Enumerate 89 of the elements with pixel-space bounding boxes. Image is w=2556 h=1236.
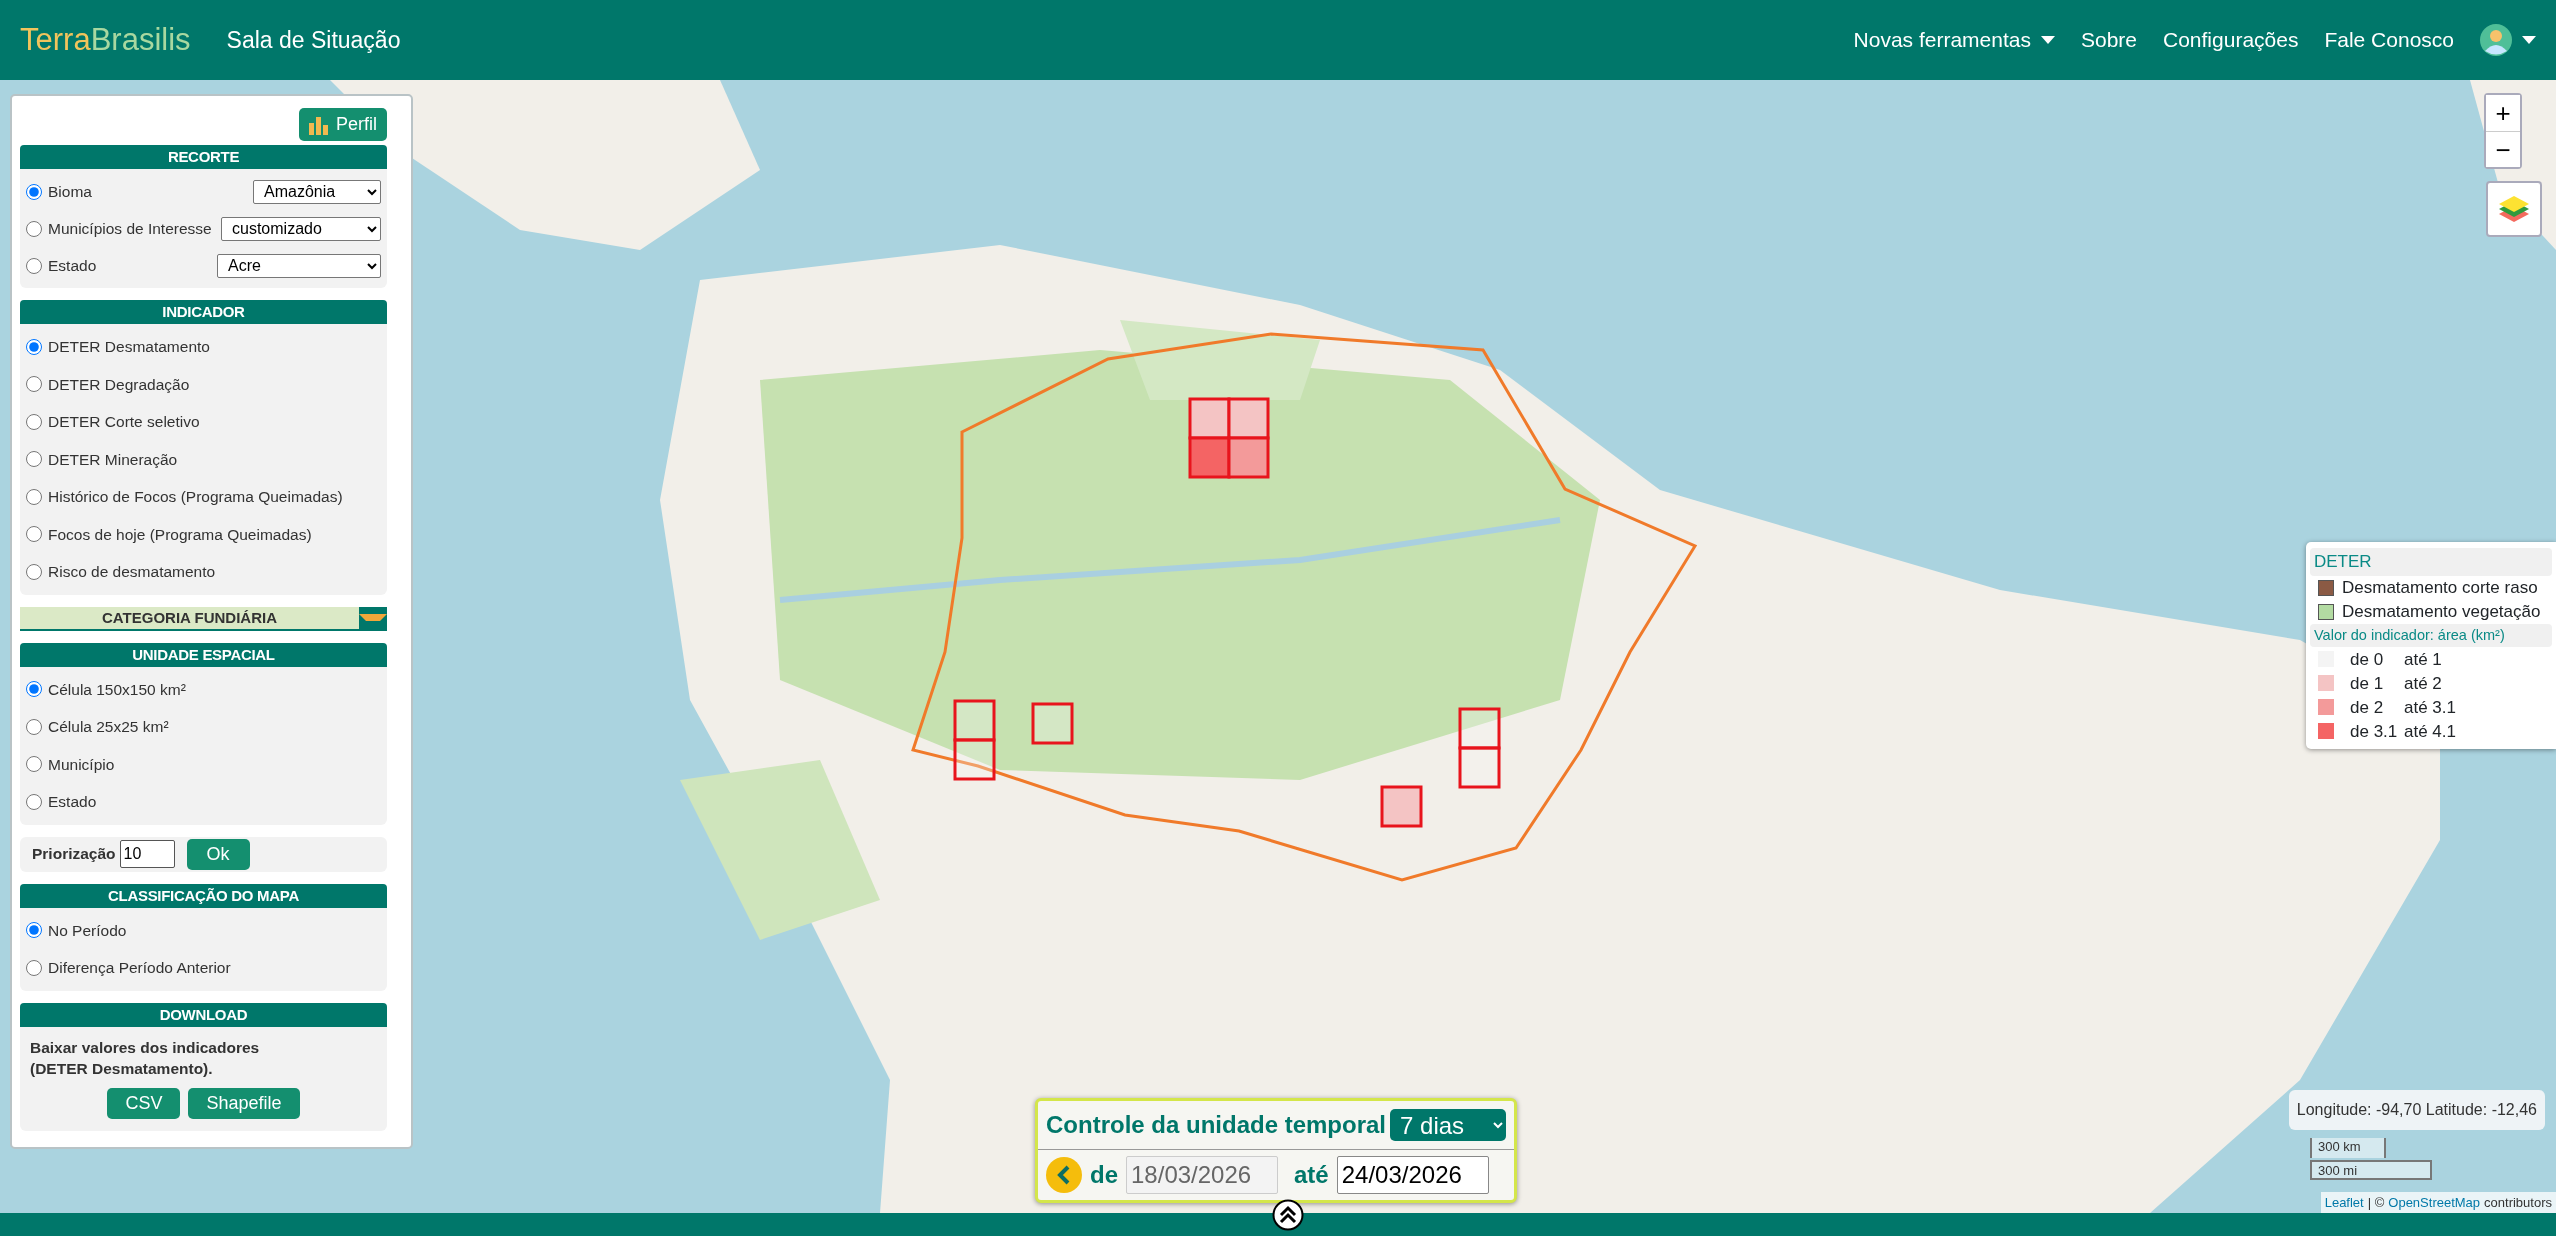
field-label: até <box>1294 1160 1329 1190</box>
nav-link[interactable]: Sala de Situação <box>226 22 401 58</box>
scale-bar: 300 km <box>2310 1138 2386 1158</box>
chevron-left-icon <box>1056 1165 1072 1185</box>
legend-label: Desmatamento vegetação <box>2342 600 2541 623</box>
radio-button[interactable] <box>26 922 42 939</box>
field-label: de <box>1090 1160 1118 1190</box>
range-label: até 3.1 <box>2404 696 2456 719</box>
coordinates-label: Longitude: -94,70 Latitude: -12,46 <box>2288 1090 2545 1130</box>
double-chevron-up-icon <box>1272 1199 1304 1231</box>
option-label: Estado <box>48 255 97 276</box>
radio-button[interactable] <box>26 718 42 735</box>
radio-button[interactable] <box>26 376 42 393</box>
nav-link[interactable]: Configurações <box>2163 24 2299 56</box>
nav-link[interactable]: Novas ferramentas <box>1853 24 2055 56</box>
range-label: de 2 <box>2350 696 2385 719</box>
radio-button[interactable] <box>26 563 42 580</box>
select-dropdown[interactable]: customizado <box>221 216 381 241</box>
range-label: de 3.1 <box>2350 720 2399 743</box>
panel-title: Controle da unidade temporal <box>1046 1110 1387 1140</box>
option-label: Focos de hoje (Programa Queimadas) <box>48 524 312 545</box>
option-label: Célula 25x25 km² <box>48 717 169 738</box>
range-label: até 1 <box>2404 648 2442 671</box>
user-menu[interactable] <box>2480 24 2536 56</box>
option-label: Município <box>48 754 115 775</box>
legend-title: DETER <box>2310 548 2552 576</box>
section-header: RECORTE <box>20 145 387 169</box>
bar-chart-icon <box>309 114 328 135</box>
range-label: até 4.1 <box>2404 720 2456 743</box>
collapsible-header[interactable]: CATEGORIA FUNDIÁRIA <box>20 606 387 631</box>
legend-label: Desmatamento corte raso <box>2342 576 2538 599</box>
option-label: No Período <box>48 920 127 941</box>
radio-button[interactable] <box>26 183 42 200</box>
profile-button[interactable]: Perfil <box>299 108 387 141</box>
avatar-icon <box>2480 24 2512 56</box>
brand-logo[interactable]: TerraBrasilis <box>20 16 191 64</box>
radio-button[interactable] <box>26 959 42 976</box>
option-label: DETER Mineração <box>48 449 178 470</box>
section-header: DOWNLOAD <box>20 1002 387 1027</box>
range-label: até 2 <box>2404 672 2442 695</box>
download-button[interactable]: CSV <box>107 1087 181 1119</box>
radio-button[interactable] <box>26 793 42 810</box>
date-field[interactable]: 24/03/2026 <box>1336 1156 1489 1194</box>
option-label: Célula 150x150 km² <box>48 679 186 700</box>
radio-button[interactable] <box>26 451 42 468</box>
radio-button[interactable] <box>26 526 42 543</box>
download-button[interactable]: Shapefile <box>188 1087 300 1119</box>
option-label: DETER Degradação <box>48 374 190 395</box>
option-label: Diferença Período Anterior <box>48 958 231 979</box>
nav-link[interactable]: Sobre <box>2080 24 2137 56</box>
ok-button[interactable]: Ok <box>186 838 250 870</box>
radio-button[interactable] <box>26 681 42 698</box>
range-label: de 1 <box>2350 672 2385 695</box>
previous-button[interactable] <box>1046 1157 1082 1193</box>
option-label: Histórico de Focos (Programa Queimadas) <box>48 487 343 508</box>
option-label: Risco de desmatamento <box>48 562 216 583</box>
attribution-text: contributors <box>2484 1193 2552 1212</box>
attribution-link[interactable]: Leaflet <box>2324 1192 2364 1212</box>
section-header: UNIDADE ESPACIAL <box>20 642 387 667</box>
option-label: Estado <box>48 792 97 813</box>
scale-bar: 300 mi <box>2310 1160 2432 1180</box>
number-field[interactable]: 10 <box>119 840 175 868</box>
radio-button[interactable] <box>26 338 42 355</box>
option-label: DETER Desmatamento <box>48 337 210 358</box>
expand-button[interactable] <box>1272 1199 1304 1231</box>
expand-toggle[interactable] <box>359 606 387 629</box>
section-header: CLASSIFICAÇÃO DO MAPA <box>20 883 387 908</box>
radio-button[interactable] <box>26 413 42 430</box>
field-label: Priorização <box>32 844 116 865</box>
attribution-link[interactable]: OpenStreetMap <box>2388 1192 2481 1212</box>
radio-button[interactable] <box>26 488 42 505</box>
option-label: Bioma <box>48 181 92 202</box>
period-select[interactable]: 7 dias <box>1390 1109 1506 1141</box>
range-label: de 0 <box>2350 648 2385 671</box>
radio-button[interactable] <box>26 756 42 773</box>
select-dropdown[interactable]: Acre <box>217 253 381 278</box>
radio-button[interactable] <box>26 257 42 274</box>
select-dropdown[interactable]: Amazônia <box>253 179 381 204</box>
nav-link[interactable]: Fale Conosco <box>2324 24 2454 56</box>
description-text: Baixar valores dos indicadores (DETER Desmatamento). <box>30 1037 261 1080</box>
layers-button[interactable] <box>2486 181 2542 237</box>
attribution-text: | © <box>2367 1193 2385 1212</box>
section-header: INDICADOR <box>20 300 387 324</box>
legend-subtitle: Valor do indicador: área (km²) <box>2310 623 2552 648</box>
layers-icon <box>2497 193 2531 225</box>
radio-button[interactable] <box>26 220 42 237</box>
option-label: Municípios de Interesse <box>48 218 212 239</box>
zoom-button[interactable]: − <box>2486 131 2520 167</box>
option-label: DETER Corte seletivo <box>48 412 200 433</box>
